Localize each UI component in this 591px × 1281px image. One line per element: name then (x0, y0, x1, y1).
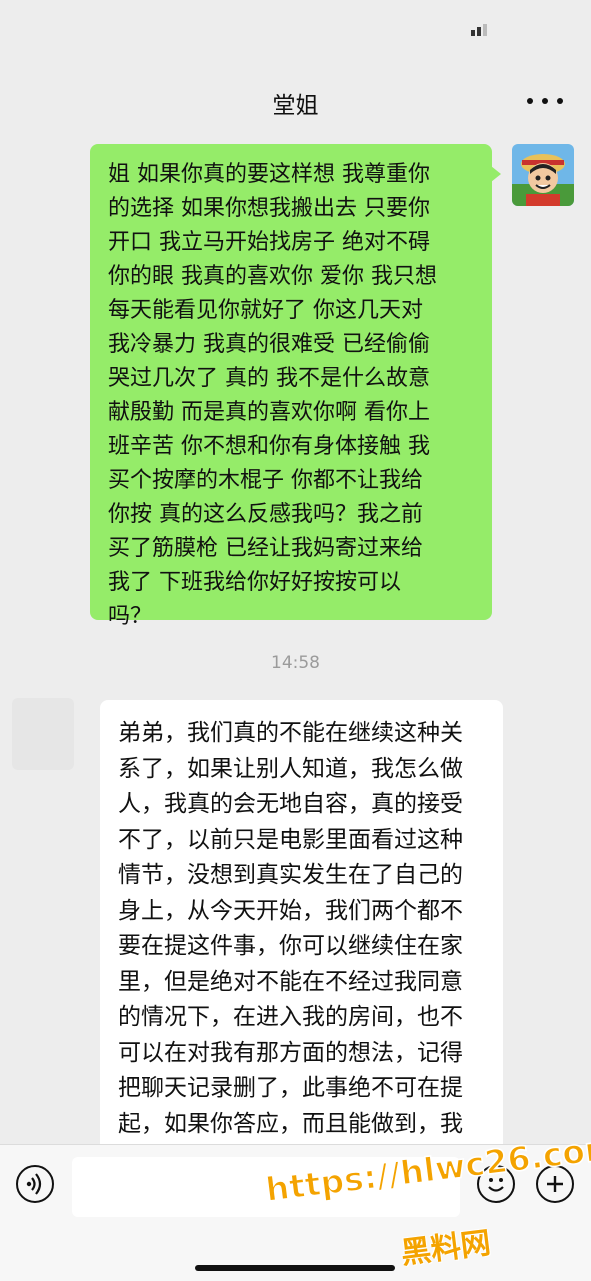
avatar-image (512, 144, 574, 206)
voice-icon[interactable] (16, 1165, 54, 1203)
self-avatar[interactable] (512, 144, 574, 206)
outgoing-message-bubble[interactable]: 姐 如果你真的要这样想 我尊重你 的选择 如果你想我搬出去 只要你 开口 我立马… (90, 144, 501, 629)
status-bar (0, 0, 591, 60)
signal-icon (471, 24, 487, 36)
chat-title: 堂姐 (272, 93, 319, 119)
chat-header: 堂姐 (0, 60, 591, 132)
contact-avatar[interactable] (12, 698, 74, 770)
home-indicator (195, 1265, 395, 1271)
message-list[interactable]: 姐 如果你真的要这样想 我尊重你 的选择 如果你想我搬出去 只要你 开口 我立马… (0, 132, 591, 1144)
more-icon[interactable] (527, 86, 563, 116)
message-timestamp: 14:58 (271, 653, 320, 673)
incoming-message-bubble[interactable]: 弟弟，我们真的不能在继续这种关 系了，如果让别人知道，我怎么做 人，我真的会无地… (100, 700, 503, 1144)
